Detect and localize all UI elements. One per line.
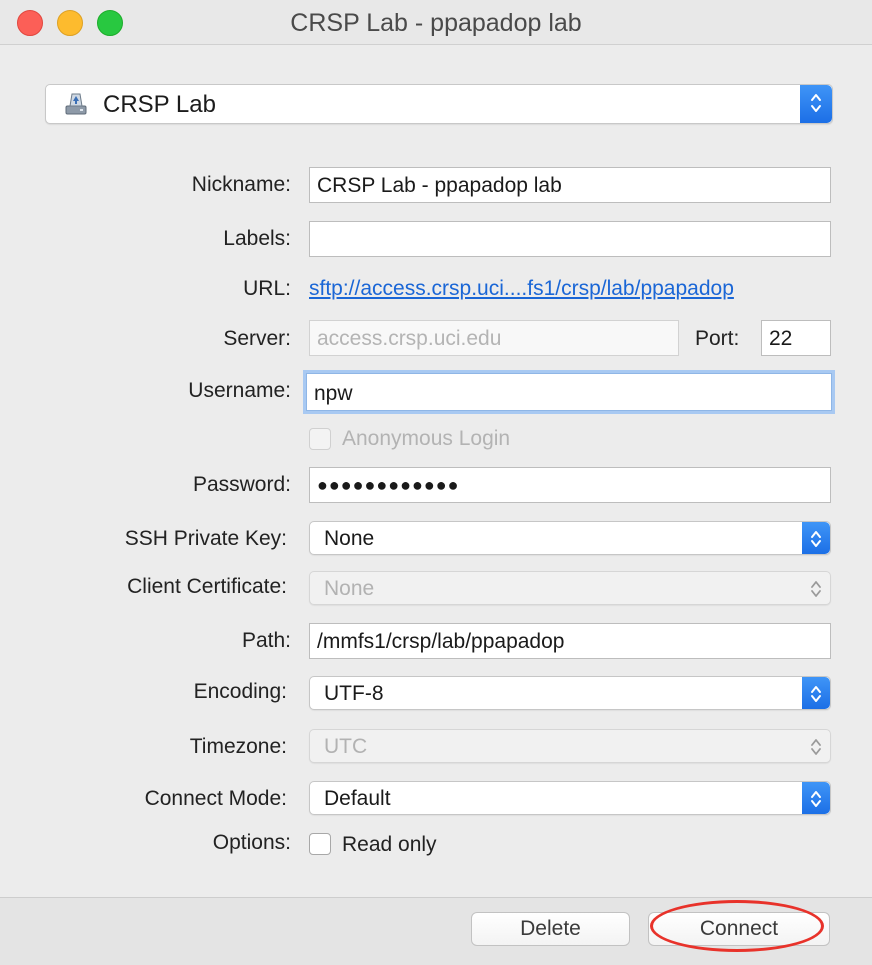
connect-mode-value: Default bbox=[324, 787, 391, 810]
nickname-field[interactable]: CRSP Lab - ppapadop lab bbox=[309, 167, 831, 203]
password-field[interactable]: ●●●●●●●●●●●● bbox=[309, 467, 831, 503]
url-link[interactable]: sftp://access.crsp.uci....fs1/crsp/lab/p… bbox=[309, 277, 734, 301]
drive-icon bbox=[64, 90, 88, 116]
popup-stepper-icon bbox=[802, 677, 830, 709]
popup-stepper-icon bbox=[802, 522, 830, 554]
connect-mode-popup[interactable]: Default bbox=[309, 781, 831, 815]
bookmark-type-popup[interactable]: CRSP Lab bbox=[45, 84, 833, 124]
ssh-private-key-label: SSH Private Key: bbox=[124, 527, 287, 550]
read-only-label: Read only bbox=[342, 833, 437, 856]
port-label: Port: bbox=[695, 327, 740, 350]
client-certificate-label: Client Certificate: bbox=[127, 575, 287, 598]
path-field[interactable]: /mmfs1/crsp/lab/ppapadop bbox=[309, 623, 831, 659]
encoding-popup[interactable]: UTF-8 bbox=[309, 676, 831, 710]
nickname-label: Nickname: bbox=[191, 173, 291, 196]
delete-button[interactable]: Delete bbox=[471, 912, 630, 946]
client-certificate-popup: None bbox=[309, 571, 831, 605]
options-label: Options: bbox=[212, 831, 291, 854]
bookmark-type-label: CRSP Lab bbox=[103, 91, 216, 118]
encoding-label: Encoding: bbox=[193, 680, 287, 703]
connect-mode-label: Connect Mode: bbox=[144, 787, 287, 810]
server-label: Server: bbox=[223, 327, 291, 350]
path-label: Path: bbox=[241, 629, 291, 652]
anonymous-login-label: Anonymous Login bbox=[342, 427, 511, 450]
anonymous-login-checkbox bbox=[309, 428, 331, 450]
ssh-private-key-value: None bbox=[324, 527, 375, 550]
port-field[interactable]: 22 bbox=[761, 320, 831, 356]
client-certificate-value: None bbox=[324, 577, 375, 600]
timezone-popup: UTC bbox=[309, 729, 831, 763]
popup-stepper-icon bbox=[802, 730, 830, 762]
url-label: URL: bbox=[243, 277, 291, 300]
labels-field[interactable] bbox=[309, 221, 831, 257]
popup-stepper-icon bbox=[802, 782, 830, 814]
window-title: CRSP Lab - ppapadop lab bbox=[290, 9, 582, 37]
password-label: Password: bbox=[192, 473, 291, 496]
server-field: access.crsp.uci.edu bbox=[309, 320, 679, 356]
timezone-value: UTC bbox=[324, 735, 368, 758]
encoding-value: UTF-8 bbox=[324, 682, 384, 705]
popup-stepper-icon bbox=[800, 85, 832, 123]
username-field[interactable]: npw bbox=[306, 373, 832, 411]
ssh-private-key-popup[interactable]: None bbox=[309, 521, 831, 555]
bookmark-window: CRSP Lab - ppapadop lab CRSP Lab Nicknam… bbox=[0, 0, 872, 965]
timezone-label: Timezone: bbox=[189, 735, 287, 758]
title-bar: CRSP Lab - ppapadop lab bbox=[0, 0, 872, 45]
red-annotation-circle bbox=[650, 900, 824, 952]
read-only-checkbox[interactable] bbox=[309, 833, 331, 855]
username-label: Username: bbox=[188, 379, 291, 402]
labels-label: Labels: bbox=[223, 227, 291, 250]
popup-stepper-icon bbox=[802, 572, 830, 604]
